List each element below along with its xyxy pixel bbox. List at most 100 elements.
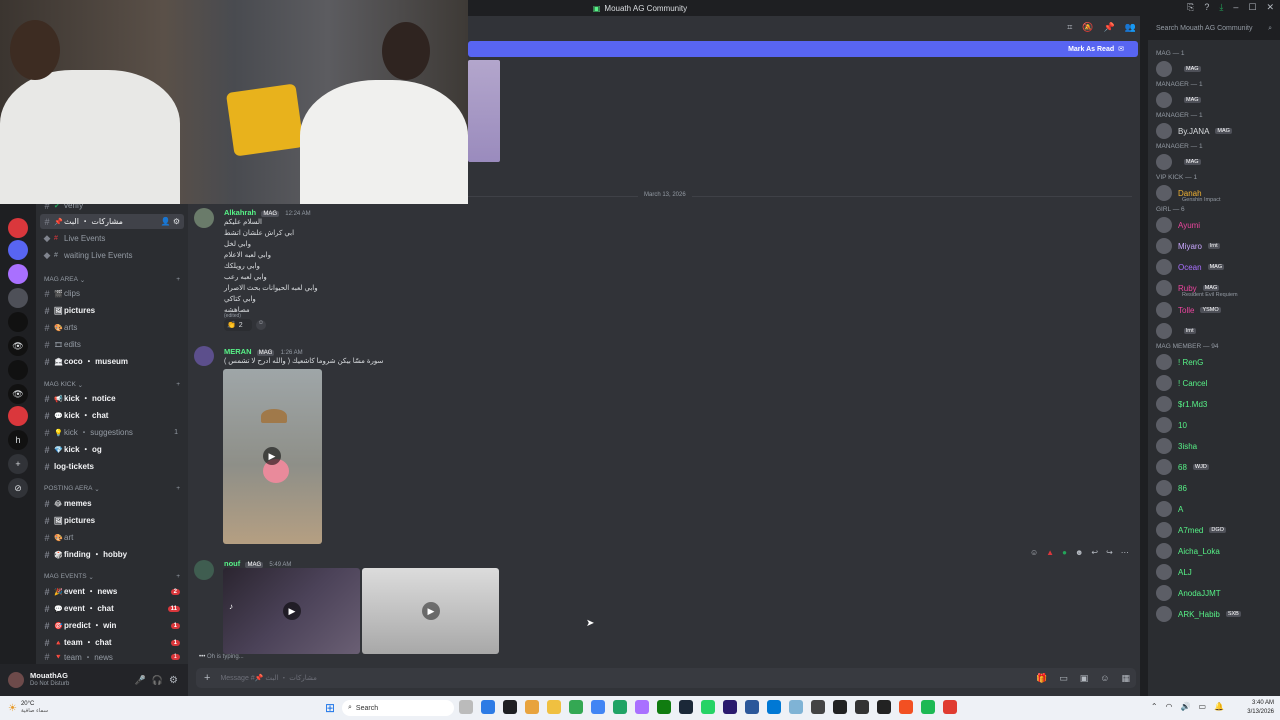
play-icon[interactable]: ▶ (263, 447, 281, 465)
channel-waiting-live-events[interactable]: ◆ # waiting Live Events (40, 248, 184, 263)
message-input[interactable]: + Message #📌 مشاركات ・ البث 🎁 ▭ ▣ ☺ ▦ (196, 668, 1136, 688)
steam-icon[interactable] (679, 700, 693, 714)
member-item[interactable]: ! RenG (1156, 353, 1278, 371)
member-item[interactable]: By.JANA MAG (1156, 122, 1278, 140)
member-item[interactable]: MAG (1156, 60, 1278, 78)
members-icon[interactable]: 👥 (1125, 22, 1136, 33)
avatar[interactable] (194, 208, 214, 228)
channel-coco-museum[interactable]: # 🏛 coco ・ museum (40, 354, 184, 369)
category-mag-events[interactable]: MAG EVENTS ⌄ + (44, 573, 184, 581)
channel-clips[interactable]: # 🎬 clips (40, 286, 184, 301)
channel-arts[interactable]: # 🎨 arts (40, 320, 184, 335)
member-item[interactable]: Miyaro lrnt (1156, 237, 1278, 255)
taskbar-search[interactable]: ⌕ Search (342, 700, 454, 716)
channel-sharing-stream[interactable]: # 📌 مشاركات ・ البث 👤 ⚙ (40, 214, 184, 229)
channel-team-chat[interactable]: # 🔺 team ・ chat 1 (40, 635, 184, 650)
add-reaction-icon[interactable]: ☺ (256, 320, 266, 330)
channel-kick-og[interactable]: # 💎 kick ・ og (40, 442, 184, 457)
notification-icon[interactable]: 🔔 (1214, 702, 1224, 711)
app-icon[interactable] (635, 700, 649, 714)
word-icon[interactable] (745, 700, 759, 714)
mark-as-read-button[interactable]: Mark As Read (1068, 46, 1114, 53)
react-icon[interactable]: ☺ (1030, 548, 1038, 557)
server-icon[interactable] (8, 264, 28, 284)
channel-live-events[interactable]: ◆ # Live Events (40, 231, 184, 246)
headphones-icon[interactable]: 🎧 (152, 675, 163, 686)
server-icon[interactable] (8, 240, 28, 260)
category-posting[interactable]: POSTING AERA ⌄ + (44, 485, 184, 493)
settings-gear-icon[interactable]: ⚙ (169, 675, 178, 686)
chrome-icon[interactable] (591, 700, 605, 714)
member-item[interactable]: MAG (1156, 153, 1278, 171)
app-icon[interactable] (943, 700, 957, 714)
channel-team-news[interactable]: # 🔻 team ・ news 1 (40, 652, 184, 662)
search-input[interactable]: Search Mouath AG Community ⌕ (1152, 21, 1276, 36)
member-item[interactable]: Ocean MAG (1156, 258, 1278, 276)
eye-icon[interactable]: 👁 (8, 384, 28, 404)
channel-art[interactable]: # 🎨 art (40, 530, 184, 545)
channel-kick-notice[interactable]: # 📢 kick ・ notice (40, 391, 184, 406)
reply-icon[interactable]: ↩ (1091, 548, 1098, 557)
member-item[interactable]: Tolle YSMO (1156, 301, 1278, 319)
reaction-poop-icon[interactable]: ▲ (1046, 548, 1054, 557)
download-icon[interactable]: ⤓ (1219, 2, 1223, 13)
taskview-icon[interactable] (459, 700, 473, 714)
add-server-icon[interactable]: + (8, 454, 28, 474)
app-icon[interactable] (503, 700, 517, 714)
member-item[interactable]: A (1156, 500, 1278, 518)
pin-icon[interactable]: 📌 (1104, 22, 1115, 33)
help-icon[interactable]: ? (1204, 2, 1209, 13)
server-icon[interactable]: h (8, 430, 28, 450)
member-item[interactable]: Aicha_Loka (1156, 542, 1278, 560)
app-icon[interactable] (811, 700, 825, 714)
avatar[interactable] (194, 560, 214, 580)
reaction-button[interactable]: 👏 2 (224, 319, 252, 331)
server-icon[interactable] (8, 406, 28, 426)
maximize-button[interactable]: ☐ (1248, 2, 1256, 13)
message-author[interactable]: MERAN (224, 347, 252, 356)
server-icon[interactable] (8, 218, 28, 238)
app-icon[interactable] (855, 700, 869, 714)
play-icon[interactable]: ▶ (283, 602, 301, 620)
member-item[interactable]: 68 WJD (1156, 458, 1278, 476)
channel-event-news[interactable]: # 🎉 event ・ news 2 (40, 584, 184, 599)
battery-icon[interactable]: ▭ (1198, 702, 1206, 711)
xbox-icon[interactable] (657, 700, 671, 714)
apps-icon[interactable]: ▦ (1121, 673, 1130, 684)
minimize-button[interactable]: – (1233, 2, 1238, 13)
channel-pictures-2[interactable]: # 🖼 pictures (40, 513, 184, 528)
app-icon[interactable] (877, 700, 891, 714)
outlook-icon[interactable] (767, 700, 781, 714)
channel-memes[interactable]: # 😂 memes (40, 496, 184, 511)
new-messages-banner[interactable]: Mark As Read ✉ (468, 41, 1138, 57)
video-attachment[interactable]: ▶ ♪ (223, 568, 360, 654)
play-icon[interactable]: ▶ (422, 602, 440, 620)
spotify-icon[interactable] (921, 700, 935, 714)
member-item[interactable]: A7med DGO (1156, 521, 1278, 539)
video-attachment[interactable]: ▶ (362, 568, 499, 654)
channel-kick-chat[interactable]: # 💬 kick ・ chat (40, 408, 184, 423)
message-author[interactable]: nouf (224, 559, 240, 568)
obs-icon[interactable] (833, 700, 847, 714)
member-item[interactable]: 3isha (1156, 437, 1278, 455)
image-attachment[interactable] (468, 60, 500, 162)
whatsapp-icon[interactable] (701, 700, 715, 714)
video-attachment[interactable]: ▶ (223, 369, 322, 544)
member-item[interactable]: ! Cancel (1156, 374, 1278, 392)
member-item[interactable]: AnodaJJMT (1156, 584, 1278, 602)
premiere-icon[interactable] (723, 700, 737, 714)
chevron-up-icon[interactable]: ⌃ (1151, 702, 1158, 711)
windows-start-icon[interactable]: ⊞ (325, 701, 335, 715)
close-button[interactable]: ✕ (1266, 2, 1274, 13)
chrome-icon[interactable] (569, 700, 583, 714)
emoji-icon[interactable]: ☺ (1100, 673, 1109, 684)
member-item[interactable]: MAG (1156, 91, 1278, 109)
weather-icon[interactable]: ☀ (8, 703, 17, 714)
channel-kick-suggestions[interactable]: # 💡 kick ・ suggestions 1 (40, 425, 184, 440)
inbox-icon[interactable]: ⎘ (1187, 2, 1194, 13)
server-icon[interactable] (8, 288, 28, 308)
reaction-green-icon[interactable]: ● (1062, 548, 1067, 557)
channel-finding-hobby[interactable]: # 🎲 finding ・ hobby (40, 547, 184, 562)
channel-log-tickets[interactable]: # log-tickets (40, 459, 184, 474)
app-icon[interactable] (613, 700, 627, 714)
